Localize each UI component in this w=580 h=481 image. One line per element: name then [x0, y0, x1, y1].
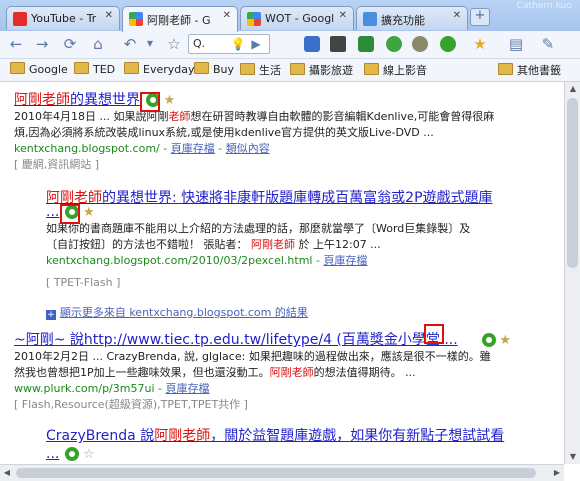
- result-url: kentxchang.blogspot.com/2010/03/2pexcel.…: [46, 254, 368, 267]
- tab-label: 擴充功能: [381, 14, 425, 27]
- folder-icon: [74, 62, 89, 74]
- close-icon[interactable]: ✕: [223, 10, 231, 21]
- translate-icon[interactable]: [304, 36, 320, 52]
- tab-google-active[interactable]: 阿剛老師 - G ✕: [122, 6, 238, 32]
- folder-icon: [240, 63, 255, 75]
- folder-icon: [498, 63, 513, 75]
- result-label[interactable]: [ TPET-Flash ]: [46, 275, 556, 291]
- tab-label: 阿剛老師 - G: [147, 14, 211, 27]
- vertical-scrollbar[interactable]: ▲ ▼: [564, 82, 580, 464]
- back-icon[interactable]: ←: [6, 34, 26, 54]
- scroll-down-icon[interactable]: ▼: [565, 450, 580, 464]
- star-icon[interactable]: ★: [470, 34, 490, 54]
- scrollbar-thumb[interactable]: [16, 468, 536, 478]
- search-result: ~阿剛~ 說http://www.tiec.tp.edu.tw/lifetype…: [14, 332, 559, 413]
- chevron-down-icon[interactable]: ▼: [140, 34, 160, 54]
- cache-link[interactable]: 頁庫存檔: [323, 254, 367, 267]
- google-icon: [129, 12, 143, 26]
- new-tab-button[interactable]: +: [470, 8, 490, 26]
- result-title-link[interactable]: CrazyBrenda 說阿剛老師，關於益智題庫遊戲，如果你有新點子想試試看: [46, 428, 556, 444]
- result-title-link[interactable]: ~阿剛~ 說http://www.tiec.tp.edu.tw/lifetype…: [14, 332, 458, 348]
- bookmark-star-icon[interactable]: ☆: [164, 34, 184, 54]
- page-content: 阿剛老師的異想世界 ★ 2010年4月18日 ... 如果說阿剛老師想在研習時教…: [0, 82, 564, 464]
- search-result: CrazyBrenda 說阿剛老師，關於益智題庫遊戲，如果你有新點子想試試看 .…: [46, 428, 556, 463]
- other-bookmarks[interactable]: 其他書籤: [498, 62, 561, 78]
- checkmark-icon[interactable]: [386, 36, 402, 52]
- youtube-icon: [13, 12, 27, 26]
- reload-icon[interactable]: ⟳: [60, 34, 80, 54]
- bookmarks-bar: Google TED Everyday Buy 生活 攝影旅遊 線上影音 其他書…: [0, 59, 580, 82]
- bookmark-folder[interactable]: TED: [74, 62, 115, 76]
- result-title-link[interactable]: 阿剛老師的異想世界: [14, 92, 140, 108]
- home-icon[interactable]: ⌂: [88, 34, 108, 54]
- folder-icon: [290, 63, 305, 75]
- star-icon[interactable]: ☆: [83, 447, 95, 462]
- go-arrow-icon[interactable]: ▶: [246, 34, 266, 54]
- result-title-ellipsis[interactable]: ...: [46, 204, 59, 220]
- page-menu-icon[interactable]: ▤: [506, 34, 526, 54]
- tab-wot[interactable]: WOT - Googl ✕: [240, 6, 354, 30]
- wot-rating-icon[interactable]: [65, 447, 80, 461]
- forward-icon[interactable]: →: [32, 34, 52, 54]
- wot-icon[interactable]: [440, 36, 456, 52]
- horizontal-scrollbar[interactable]: ◀ ▶: [0, 464, 564, 481]
- result-snippet: 如果你的書商題庫不能用以上介紹的方法處理的話，那麼就當學了〔Word巨集錄製〕及…: [46, 222, 471, 251]
- search-result: 阿剛老師的異想世界: 快速將非康軒版題庫轉成百萬富翁或2P遊戲式題庫 ... ★…: [46, 190, 556, 291]
- undo-icon[interactable]: ↶: [120, 34, 140, 54]
- highlight-marker: [140, 92, 160, 112]
- scroll-left-icon[interactable]: ◀: [0, 465, 14, 481]
- more-results[interactable]: + 顯示更多來自 kentxchang.blogspot.com 的結果: [46, 304, 308, 321]
- star-icon[interactable]: ★: [164, 93, 176, 108]
- highlight-marker: [60, 204, 80, 224]
- result-title-link[interactable]: 阿剛老師的異想世界: 快速將非康軒版題庫轉成百萬富翁或2P遊戲式題庫: [46, 190, 556, 206]
- bookmark-folder[interactable]: Buy: [194, 62, 234, 76]
- close-icon[interactable]: ✕: [453, 10, 461, 21]
- bookmark-folder[interactable]: 攝影旅遊: [290, 62, 353, 78]
- folder-icon: [124, 62, 139, 74]
- scroll-right-icon[interactable]: ▶: [550, 465, 564, 481]
- folder-icon: [364, 63, 379, 75]
- lightbulb-icon[interactable]: 💡: [228, 34, 248, 54]
- toolbar: ← → ⟳ ⌂ ↶ ▼ ☆ Q. 💡 ▶ ★ ▤ ✎: [0, 31, 580, 59]
- highlight-marker: [424, 324, 444, 344]
- plus-icon: +: [46, 310, 56, 320]
- folder-icon: [194, 62, 209, 74]
- tab-extensions[interactable]: 擴充功能 ✕: [356, 6, 468, 30]
- result-snippet: 2010年2月2日 ... CrazyBrenda, 說, glglace: 如…: [14, 350, 491, 379]
- bookmark-folder[interactable]: 線上影音: [364, 62, 427, 78]
- close-icon[interactable]: ✕: [339, 10, 347, 21]
- folder-icon: [10, 62, 25, 74]
- google-icon: [247, 12, 261, 26]
- profile-name: Cathern Kuo: [516, 1, 572, 11]
- cache-link[interactable]: 頁庫存檔: [171, 142, 215, 155]
- grid-icon[interactable]: [358, 36, 374, 52]
- scrollbar-thumb[interactable]: [567, 98, 578, 268]
- bookmark-folder[interactable]: 生活: [240, 62, 281, 78]
- result-title-ellipsis[interactable]: ...: [46, 446, 59, 462]
- result-label[interactable]: [ Flash,Resource(超級資源),TPET,TPET共作 ]: [14, 397, 559, 413]
- result-snippet: 2010年4月18日 ... 如果說阿剛老師想在研習時教導自由軟體的影音編輯Kd…: [14, 110, 495, 139]
- camera-icon[interactable]: [330, 36, 346, 52]
- close-icon[interactable]: ✕: [105, 10, 113, 21]
- wot-rating-icon[interactable]: [481, 333, 496, 347]
- puzzle-icon: [363, 12, 377, 26]
- omnibox-text: Q.: [193, 37, 206, 50]
- tab-strip: Cathern Kuo YouTube - Tr ✕ 阿剛老師 - G ✕ WO…: [0, 0, 580, 32]
- bookmark-folder[interactable]: Everyday: [124, 62, 195, 76]
- puzzle-extension-icon[interactable]: [412, 36, 428, 52]
- tab-label: YouTube - Tr: [31, 12, 97, 25]
- scroll-up-icon[interactable]: ▲: [565, 82, 580, 96]
- tab-label: WOT - Googl: [265, 12, 335, 25]
- tab-youtube[interactable]: YouTube - Tr ✕: [6, 6, 120, 30]
- bookmark-folder[interactable]: Google: [10, 62, 68, 76]
- cache-link[interactable]: 頁庫存檔: [165, 382, 209, 395]
- star-icon[interactable]: ★: [499, 333, 511, 348]
- result-url: www.plurk.com/p/3m57ui - 頁庫存檔: [14, 382, 210, 395]
- result-label[interactable]: [ 慶網,資訊網站 ]: [14, 157, 559, 173]
- result-url: kentxchang.blogspot.com/ - 頁庫存檔 - 類似內容: [14, 142, 270, 155]
- similar-link[interactable]: 類似內容: [226, 142, 270, 155]
- search-result: 阿剛老師的異想世界 ★ 2010年4月18日 ... 如果說阿剛老師想在研習時教…: [14, 92, 559, 173]
- wrench-icon[interactable]: ✎: [538, 34, 558, 54]
- star-icon[interactable]: ★: [83, 205, 95, 220]
